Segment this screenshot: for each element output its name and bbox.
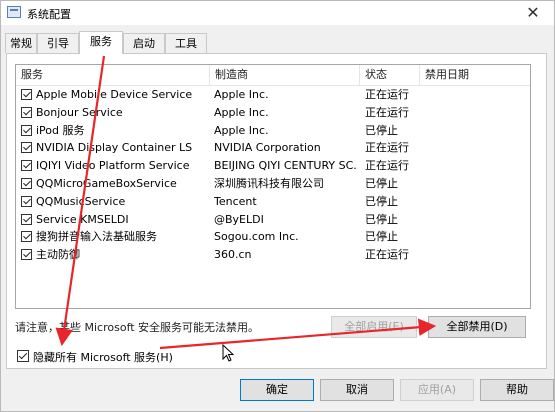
service-checkbox[interactable]	[21, 106, 32, 118]
service-status: 已停止	[365, 176, 398, 190]
apply-button[interactable]: 应用(A)	[400, 379, 474, 401]
service-status: 已停止	[365, 194, 398, 208]
service-maker: Apple Inc.	[214, 105, 269, 119]
hide-ms-checkbox[interactable]	[17, 350, 29, 362]
service-checkbox[interactable]	[21, 142, 32, 154]
table-row[interactable]: 主动防御 360.cn 正在运行	[16, 246, 530, 264]
service-status: 正在运行	[365, 159, 409, 173]
service-name: Bonjour Service	[36, 105, 123, 119]
service-checkbox[interactable]	[21, 249, 32, 261]
service-name: IQIYI Video Platform Service	[36, 159, 190, 173]
table-row[interactable]: Bonjour Service Apple Inc. 正在运行	[16, 104, 530, 122]
security-note: 请注意，某些 Microsoft 安全服务可能无法禁用。	[15, 321, 260, 334]
service-name: Service KMSELDI	[36, 212, 129, 226]
service-name: QQMicroGameBoxService	[36, 176, 177, 190]
cancel-button[interactable]: 取消	[320, 379, 394, 401]
disable-all-button[interactable]: 全部禁用(D)	[428, 316, 526, 338]
close-icon[interactable]: ✕	[518, 2, 548, 24]
service-status: 正在运行	[365, 105, 409, 119]
services-panel: 服务 制造商 状态 禁用日期 Apple Mobile Device Servi…	[6, 53, 547, 369]
service-maker: NVIDIA Corporation	[214, 141, 321, 155]
service-checkbox[interactable]	[21, 231, 32, 243]
services-rows: Apple Mobile Device Service Apple Inc. 正在运…	[16, 86, 530, 264]
table-row[interactable]: QQMusicService Tencent 已停止	[16, 193, 530, 211]
service-name: 搜狗拼音输入法基础服务	[36, 230, 157, 244]
table-row[interactable]: Apple Mobile Device Service Apple Inc. 正在运…	[16, 86, 530, 104]
service-status: 已停止	[365, 212, 398, 226]
table-row[interactable]: NVIDIA Display Container LS NVIDIA Corpor…	[16, 139, 530, 157]
title-bar: 系统配置 ✕	[1, 1, 554, 25]
service-name: 主动防御	[36, 248, 80, 262]
tab-boot[interactable]: 引导	[37, 33, 79, 53]
enable-all-button[interactable]: 全部启用(E)	[331, 316, 417, 338]
table-row[interactable]: iPod 服务 Apple Inc. 已停止	[16, 122, 530, 140]
service-checkbox[interactable]	[21, 177, 32, 189]
help-button[interactable]: 帮助	[480, 379, 554, 401]
service-maker: 深圳腾讯科技有限公司	[214, 176, 324, 190]
service-checkbox[interactable]	[21, 89, 32, 100]
column-header-maker[interactable]: 制造商	[210, 65, 360, 85]
column-header-service[interactable]: 服务	[16, 65, 210, 85]
table-row[interactable]: 搜狗拼音输入法基础服务 Sogou.com Inc. 已停止	[16, 228, 530, 246]
table-row[interactable]: QQMicroGameBoxService 深圳腾讯科技有限公司 已停止	[16, 175, 530, 193]
service-name: Apple Mobile Device Service	[36, 88, 193, 101]
tab-tools[interactable]: 工具	[165, 33, 207, 53]
service-status: 已停止	[365, 123, 398, 137]
service-status: 正在运行	[365, 248, 409, 262]
tab-startup[interactable]: 启动	[123, 33, 165, 53]
tab-general[interactable]: 常规	[5, 33, 37, 53]
service-maker: Apple Inc.	[214, 123, 269, 137]
service-checkbox[interactable]	[21, 213, 32, 225]
app-icon	[7, 6, 21, 18]
service-name: NVIDIA Display Container LS	[36, 141, 193, 155]
column-header-status[interactable]: 状态	[360, 65, 420, 85]
hide-ms-label: 隐藏所有 Microsoft 服务(H)	[33, 351, 173, 364]
table-row[interactable]: Service KMSELDI @ByELDI 已停止	[16, 211, 530, 229]
window-title: 系统配置	[27, 8, 71, 21]
service-checkbox[interactable]	[21, 195, 32, 207]
service-status: 正在运行	[365, 88, 409, 101]
service-maker: Sogou.com Inc.	[214, 230, 299, 244]
services-list: 服务 制造商 状态 禁用日期 Apple Mobile Device Servi…	[15, 64, 531, 309]
service-checkbox[interactable]	[21, 124, 32, 136]
system-config-window: 系统配置 ✕ 常规 引导 服务 启动 工具 服务 制造商 状态 禁用日期 App…	[0, 0, 555, 412]
service-maker: Apple Inc.	[214, 88, 269, 101]
tab-services[interactable]: 服务	[79, 31, 123, 54]
table-row[interactable]: IQIYI Video Platform Service BEIJING QIYI…	[16, 157, 530, 175]
column-header-disable-date[interactable]: 禁用日期	[420, 65, 530, 85]
service-maker: @ByELDI	[214, 212, 264, 226]
service-checkbox[interactable]	[21, 160, 32, 172]
ok-button[interactable]: 确定	[240, 379, 314, 401]
service-maker: BEIJING QIYI CENTURY SC...	[214, 159, 358, 173]
service-name: iPod 服务	[36, 123, 85, 137]
service-maker: Tencent	[214, 194, 257, 208]
mouse-cursor-icon	[222, 344, 234, 362]
service-name: QQMusicService	[36, 194, 126, 208]
service-status: 正在运行	[365, 141, 409, 155]
service-maker: 360.cn	[214, 248, 252, 262]
service-status: 已停止	[365, 230, 398, 244]
list-header: 服务 制造商 状态 禁用日期	[16, 65, 530, 86]
